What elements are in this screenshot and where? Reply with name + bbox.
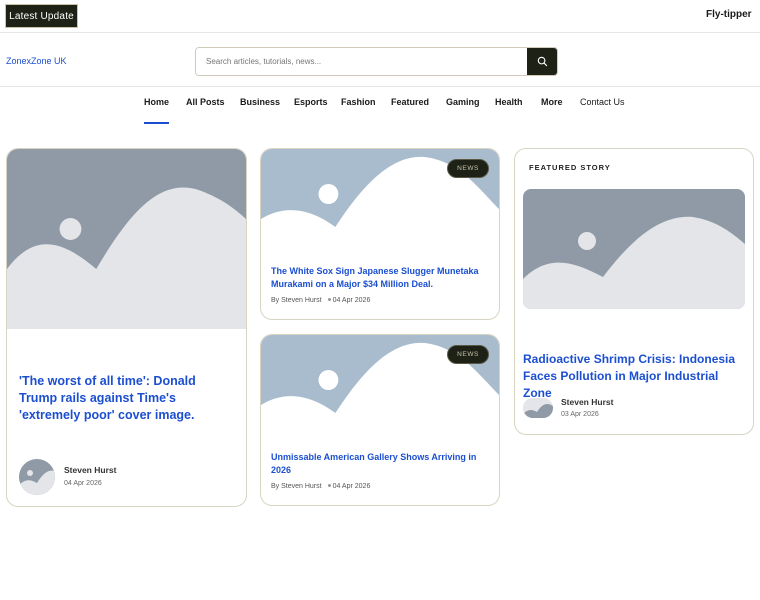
image-placeholder-icon — [7, 149, 246, 329]
nav-item-featured[interactable]: Featured — [391, 97, 429, 107]
post-date: 04 Apr 2026 — [332, 483, 371, 490]
separator-dot — [327, 298, 331, 302]
image-placeholder-icon — [523, 189, 745, 309]
search-button[interactable] — [527, 48, 557, 75]
top-bar: Latest Update Fly-tipper — [0, 0, 760, 33]
latest-update-button[interactable]: Latest Update — [5, 4, 78, 28]
nav-item-contact-us[interactable]: Contact Us — [580, 97, 625, 107]
nav-item-business[interactable]: Business — [240, 97, 280, 107]
featured-story-card[interactable]: FEATURED STORY Radioactive Shrimp Crisis… — [514, 148, 754, 435]
search-bar — [195, 47, 558, 76]
nav-item-home[interactable]: Home — [144, 97, 169, 107]
category-badge[interactable]: NEWS — [447, 159, 489, 178]
news-card[interactable]: NEWS The White Sox Sign Japanese Slugger… — [260, 148, 500, 320]
post-meta: By Steven Hurst 04 Apr 2026 — [271, 483, 370, 490]
news-card-title[interactable]: The White Sox Sign Japanese Slugger Mune… — [271, 265, 493, 291]
post-date: 03 Apr 2026 — [561, 411, 599, 418]
news-ticker-item[interactable]: Fly-tipper — [706, 9, 752, 20]
nav-item-more[interactable]: More — [541, 97, 563, 107]
author-name: Steven Hurst — [64, 465, 117, 475]
nav-item-all-posts[interactable]: All Posts — [186, 97, 225, 107]
avatar — [523, 398, 553, 418]
category-badge[interactable]: NEWS — [447, 345, 489, 364]
post-date: 04 Apr 2026 — [332, 297, 371, 304]
separator-dot — [327, 484, 331, 488]
author-name: Steven Hurst — [561, 397, 614, 407]
search-input[interactable] — [196, 48, 527, 75]
site-logo[interactable]: ZonexZone UK — [6, 56, 67, 66]
main-story-card[interactable]: 'The worst of all time': Donald Trump ra… — [6, 148, 247, 507]
active-nav-indicator — [144, 122, 169, 124]
post-meta: By Steven Hurst 04 Apr 2026 — [271, 297, 370, 304]
news-card[interactable]: NEWS Unmissable American Gallery Shows A… — [260, 334, 500, 506]
post-byline: By Steven Hurst — [271, 297, 322, 304]
site-header: ZonexZone UK — [0, 33, 760, 87]
news-card-title[interactable]: Unmissable American Gallery Shows Arrivi… — [271, 451, 493, 477]
featured-story-title[interactable]: Radioactive Shrimp Crisis: Indonesia Fac… — [523, 351, 749, 402]
nav-item-fashion[interactable]: Fashion — [341, 97, 376, 107]
avatar — [19, 459, 55, 495]
featured-story-heading: FEATURED STORY — [529, 163, 611, 172]
nav-item-health[interactable]: Health — [495, 97, 523, 107]
search-icon — [537, 56, 547, 67]
main-nav: Home All Posts Business Esports Fashion … — [0, 88, 760, 124]
post-date: 04 Apr 2026 — [64, 480, 102, 487]
nav-item-gaming[interactable]: Gaming — [446, 97, 480, 107]
post-byline: By Steven Hurst — [271, 483, 322, 490]
nav-item-esports[interactable]: Esports — [294, 97, 328, 107]
main-story-title[interactable]: 'The worst of all time': Donald Trump ra… — [19, 373, 234, 424]
